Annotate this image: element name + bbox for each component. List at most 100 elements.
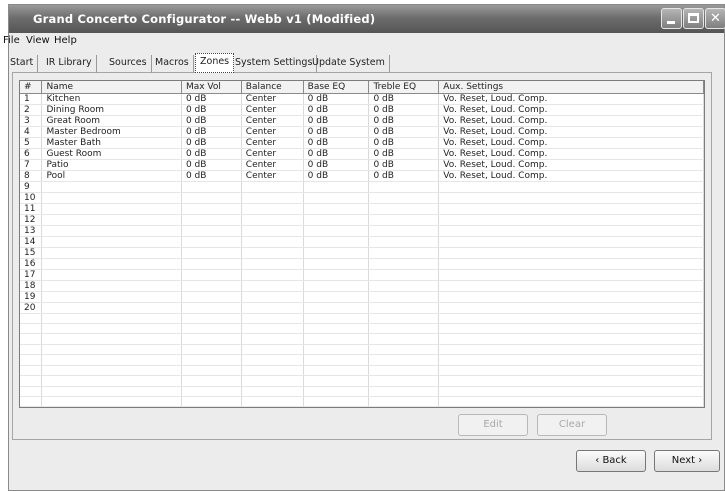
tab-zones[interactable]: Zones xyxy=(195,53,235,73)
column-header-base-eq[interactable]: Base EQ xyxy=(303,81,370,94)
cell-name: Patio xyxy=(41,159,182,171)
cell-treble-eq xyxy=(368,323,440,335)
column-header-aux-settings[interactable]: Aux. Settings xyxy=(438,81,704,94)
cell-base-eq xyxy=(303,354,370,366)
cell-aux-settings xyxy=(438,192,704,204)
cell-name xyxy=(41,365,182,377)
cell-max-vol xyxy=(181,344,242,356)
cell-name xyxy=(41,344,182,356)
maximize-button[interactable] xyxy=(683,8,704,29)
menu-help[interactable]: Help xyxy=(54,35,77,46)
cell-treble-eq xyxy=(368,313,440,324)
table-row[interactable] xyxy=(20,396,704,407)
table-row[interactable] xyxy=(20,333,704,345)
menu-file[interactable]: File xyxy=(3,35,20,46)
column-header-max-vol[interactable]: Max Vol xyxy=(181,81,242,94)
table-row[interactable]: 9 xyxy=(20,181,704,193)
table-row[interactable]: 7 Patio 0 dB Center 0 dB 0 dB Vo. Reset, Loud.… xyxy=(20,159,704,171)
table-row[interactable]: 17 xyxy=(20,269,704,281)
tab-start[interactable]: Start xyxy=(6,55,39,73)
cell-balance xyxy=(241,269,304,281)
cell-base-eq xyxy=(303,375,370,387)
table-row[interactable]: 10 xyxy=(20,192,704,204)
cell-balance xyxy=(241,214,304,226)
table-row[interactable]: 8 Pool 0 dB Center 0 dB 0 dB Vo. Reset, Loud. … xyxy=(20,170,704,182)
tab-sources[interactable]: Sources xyxy=(105,55,152,73)
cell-treble-eq xyxy=(368,203,440,215)
cell-name: Master Bath xyxy=(41,137,182,149)
table-row[interactable]: 15 xyxy=(20,247,704,259)
cell-base-eq xyxy=(303,323,370,335)
cell-treble-eq xyxy=(368,181,440,193)
table-row[interactable] xyxy=(20,386,704,398)
table-row[interactable] xyxy=(20,344,704,356)
cell-base-eq xyxy=(303,365,370,377)
cell-base-eq: 0 dB xyxy=(303,170,370,182)
clear-button[interactable]: Clear xyxy=(537,414,607,436)
cell-treble-eq xyxy=(368,247,440,259)
cell-max-vol xyxy=(181,258,242,270)
cell-max-vol xyxy=(181,181,242,193)
edit-button[interactable]: Edit xyxy=(458,414,528,436)
close-button[interactable]: ✕ xyxy=(705,8,725,29)
zones-table[interactable]: # Name Max Vol Balance Base EQ Treble EQ… xyxy=(19,80,705,408)
table-row[interactable]: 14 xyxy=(20,236,704,248)
column-header-number[interactable]: # xyxy=(20,81,43,94)
table-row[interactable] xyxy=(20,375,704,387)
tab-update-system[interactable]: Update System xyxy=(308,55,390,73)
cell-number: 3 xyxy=(20,115,43,127)
cell-aux-settings xyxy=(438,247,704,259)
table-row[interactable]: 19 xyxy=(20,291,704,303)
cell-max-vol xyxy=(181,375,242,387)
table-row[interactable] xyxy=(20,354,704,366)
cell-balance: Center xyxy=(241,104,304,116)
table-row[interactable] xyxy=(20,365,704,377)
cell-number: 20 xyxy=(20,302,43,314)
table-row[interactable]: 2 Dining Room 0 dB Center 0 dB 0 dB Vo. Reset,… xyxy=(20,104,704,116)
table-row[interactable]: 5 Master Bath 0 dB Center 0 dB 0 dB Vo. Reset,… xyxy=(20,137,704,149)
table-row[interactable]: 1 Kitchen 0 dB Center 0 dB 0 dB Vo. Reset, Lou… xyxy=(20,93,704,105)
cell-name xyxy=(41,396,182,407)
table-row[interactable]: 6 Guest Room 0 dB Center 0 dB 0 dB Vo. Reset, … xyxy=(20,148,704,160)
cell-balance xyxy=(241,333,304,345)
cell-aux-settings xyxy=(438,291,704,303)
back-button[interactable]: ‹ Back xyxy=(576,450,646,472)
minimize-button[interactable] xyxy=(661,8,682,29)
table-row[interactable] xyxy=(20,323,704,335)
cell-aux-settings xyxy=(438,354,704,366)
window-title: Grand Concerto Configurator -- Webb v1 (… xyxy=(33,12,376,26)
cell-name xyxy=(41,225,182,237)
table-row[interactable]: 11 xyxy=(20,203,704,215)
cell-name xyxy=(41,302,182,314)
cell-number: 14 xyxy=(20,236,43,248)
cell-aux-settings xyxy=(438,302,704,314)
tab-ir-library[interactable]: IR Library xyxy=(42,55,97,73)
table-row[interactable]: 20 xyxy=(20,302,704,314)
cell-treble-eq xyxy=(368,269,440,281)
table-row[interactable]: 12 xyxy=(20,214,704,226)
table-row[interactable]: 13 xyxy=(20,225,704,237)
table-row[interactable]: 4 Master Bedroom 0 dB Center 0 dB 0 dB Vo. Res… xyxy=(20,126,704,138)
column-header-balance[interactable]: Balance xyxy=(241,81,304,94)
menu-view[interactable]: View xyxy=(26,35,50,46)
table-row[interactable]: 18 xyxy=(20,280,704,292)
table-row[interactable]: 3 Great Room 0 dB Center 0 dB 0 dB Vo. Reset, … xyxy=(20,115,704,127)
cell-aux-settings xyxy=(438,333,704,345)
cell-treble-eq xyxy=(368,333,440,345)
table-row[interactable]: 16 xyxy=(20,258,704,270)
tab-system-settings[interactable]: System Settings xyxy=(231,55,318,73)
cell-name xyxy=(41,280,182,292)
cell-base-eq: 0 dB xyxy=(303,126,370,138)
tab-macros[interactable]: Macros xyxy=(151,55,194,73)
cell-number xyxy=(20,386,43,398)
column-header-name[interactable]: Name xyxy=(41,81,182,94)
cell-number: 16 xyxy=(20,258,43,270)
cell-base-eq: 0 dB xyxy=(303,148,370,160)
column-header-treble-eq[interactable]: Treble EQ xyxy=(368,81,440,94)
cell-balance xyxy=(241,181,304,193)
cell-aux-settings xyxy=(438,375,704,387)
title-bar[interactable]: Grand Concerto Configurator -- Webb v1 (… xyxy=(9,5,725,33)
next-button[interactable]: Next › xyxy=(654,450,720,472)
table-row[interactable] xyxy=(20,313,704,324)
cell-aux-settings: Vo. Reset, Loud. Comp. xyxy=(438,126,704,138)
